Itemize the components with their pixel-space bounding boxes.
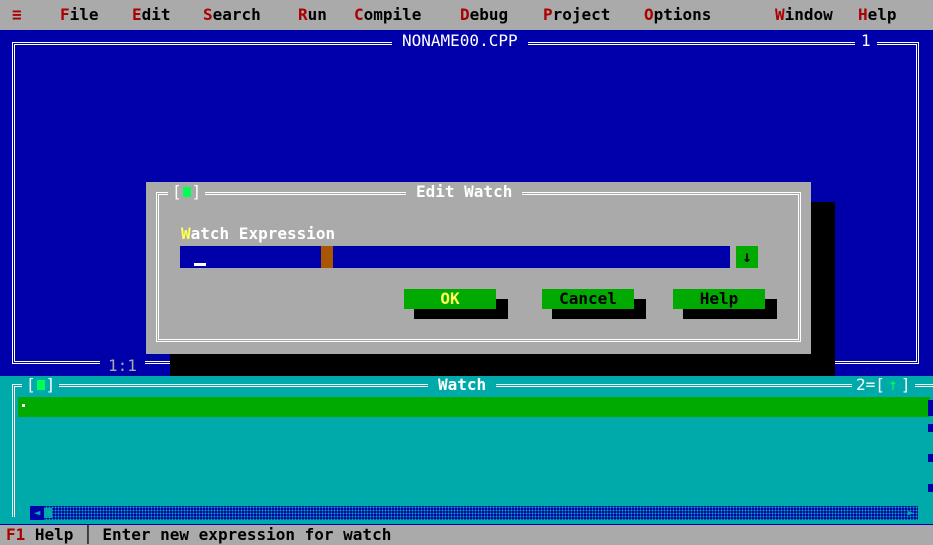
cancel-button[interactable]: Cancel [542,289,634,309]
horizontal-scroll-thumb[interactable] [44,508,52,518]
watch-list-item[interactable] [18,397,930,417]
menu-options[interactable]: Options [644,5,711,25]
dialog-close-button[interactable]: [] [168,182,206,202]
watch-expression-input[interactable] [180,246,730,268]
menu-compile[interactable]: Compile [354,5,421,25]
dialog-title: Edit Watch [406,182,523,202]
watch-expression-label: Watch Expression [181,224,336,243]
vertical-scrollbar-up[interactable] [928,400,933,416]
status-help-label[interactable]: Help [25,525,74,544]
scroll-right-arrow-icon[interactable]: ► [904,506,918,520]
vertical-scrollbar-track[interactable] [928,484,933,492]
vertical-scrollbar-track[interactable] [928,424,933,432]
status-separator: │ [73,525,103,544]
text-caret [194,263,206,266]
input-marker [321,246,333,268]
menu-file[interactable]: File [60,5,99,25]
menu-search[interactable]: Search [203,5,261,25]
watch-window[interactable]: [] Watch 2=[↑] ◄ ► [0,376,933,524]
edit-watch-dialog: [] Edit Watch Watch Expression ↓ OK Canc… [146,182,811,354]
watch-window-number-and-zoom: 2=[↑] [852,376,915,394]
status-message: Enter new expression for watch [102,525,392,544]
menu-bar: ≡ File Edit Search Run Compile Debug Pro… [0,0,933,30]
help-button[interactable]: Help [673,289,765,309]
system-menu-icon[interactable]: ≡ [12,5,22,25]
watch-title: Watch [428,376,497,394]
watch-window-number: 2 [856,375,866,394]
menu-project[interactable]: Project [543,5,610,25]
menu-help[interactable]: Help [858,5,897,25]
watch-close-button[interactable]: [] [22,376,60,394]
editor-window-number: 1 [855,30,877,52]
menu-debug[interactable]: Debug [460,5,508,25]
arrow-down-icon: ↓ [742,247,752,266]
status-bar: F1 Help │ Enter new expression for watch [0,525,933,545]
ok-button[interactable]: OK [404,289,496,309]
watch-entry-marker [22,404,25,407]
menu-run[interactable]: Run [298,5,327,25]
editor-cursor-position: 1:1 [100,355,145,377]
status-help-key[interactable]: F1 [6,525,25,544]
scroll-left-arrow-icon[interactable]: ◄ [30,506,44,520]
menu-window[interactable]: Window [775,5,833,25]
menu-edit[interactable]: Edit [132,5,171,25]
close-icon [36,380,45,390]
editor-title: NONAME00.CPP [392,30,528,52]
history-dropdown-button[interactable]: ↓ [736,246,758,268]
vertical-scrollbar-track[interactable] [928,454,933,462]
close-icon [182,187,191,197]
horizontal-scrollbar[interactable] [30,506,918,520]
zoom-arrow-icon[interactable]: ↑ [885,376,901,394]
